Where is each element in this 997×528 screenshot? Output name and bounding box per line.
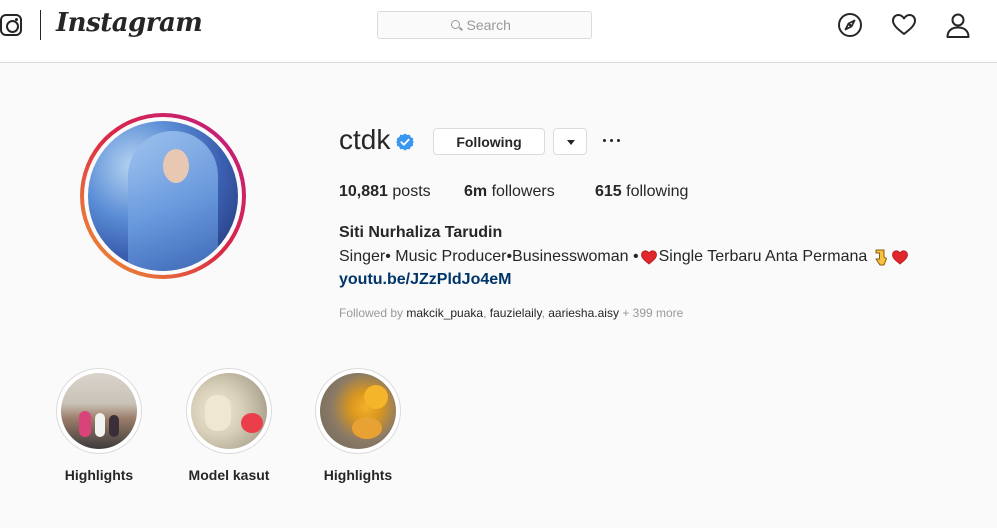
posts-count: 10,881 <box>339 183 388 200</box>
more-horizontal-icon <box>603 139 621 142</box>
search-icon <box>450 19 462 31</box>
caret-down-icon <box>567 140 575 145</box>
compass-icon[interactable] <box>837 12 863 38</box>
stat-posts: 10,881 posts <box>339 183 431 201</box>
followed-by-prefix: Followed by <box>339 306 404 320</box>
avatar-face <box>163 149 189 183</box>
red-heart-emoji-icon-2 <box>892 249 909 265</box>
profile-avatar-ring[interactable] <box>80 113 246 279</box>
followers-count: 6m <box>464 183 488 200</box>
highlight-label: Model kasut <box>188 467 270 483</box>
avatar <box>88 121 238 271</box>
highlight-cover-ring[interactable] <box>315 368 401 454</box>
followed-by-user-1[interactable]: makcik_puaka <box>406 306 483 320</box>
verified-badge-icon <box>396 133 414 151</box>
top-nav-bar: Instagram <box>0 0 997 63</box>
posts-label: posts <box>392 183 431 200</box>
highlight-label: Highlights <box>323 467 393 483</box>
profile-full-name: Siti Nurhaliza Tarudin <box>339 224 503 241</box>
following-label: following <box>626 183 689 200</box>
heart-icon[interactable] <box>891 12 917 38</box>
instagram-wordmark[interactable]: Instagram <box>56 8 203 38</box>
person-icon[interactable] <box>945 12 971 38</box>
instagram-glyph-icon[interactable] <box>0 14 22 36</box>
followers-label: followers <box>491 183 555 200</box>
highlight-cover-ring[interactable] <box>56 368 142 454</box>
profile-username: ctdk <box>339 124 391 155</box>
more-options-button[interactable] <box>602 130 622 150</box>
following-count: 615 <box>595 183 622 200</box>
nav-divider <box>40 10 41 40</box>
highlight-cover-ring[interactable] <box>186 368 272 454</box>
suggested-accounts-dropdown-button[interactable] <box>553 128 587 155</box>
bio-text-2: Single Terbaru Anta Permana <box>658 248 868 265</box>
stat-following[interactable]: 615 following <box>595 183 688 201</box>
followed-by-user-3[interactable]: aariesha.aisy <box>548 306 619 320</box>
stat-followers[interactable]: 6m followers <box>464 183 555 201</box>
search-input[interactable] <box>466 17 519 33</box>
highlight-cover-image <box>191 373 267 449</box>
following-button[interactable]: Following <box>433 128 545 155</box>
bio-text-1: Singer• Music Producer•Businesswoman • <box>339 248 639 265</box>
red-heart-emoji-icon <box>640 249 657 265</box>
pointing-down-emoji-icon <box>875 249 888 265</box>
highlight-label: Highlights <box>64 467 134 483</box>
followed-by-more: + 399 more <box>622 306 684 320</box>
profile-bio: Singer• Music Producer•Businesswoman • S… <box>339 248 910 266</box>
followed-by-line[interactable]: Followed by makcik_puaka, fauzielaily, a… <box>339 306 683 320</box>
followed-by-user-2[interactable]: fauzielaily <box>490 306 542 320</box>
highlight-cover-image <box>320 373 396 449</box>
bio-external-link[interactable]: youtu.be/JZzPldJo4eM <box>339 271 511 289</box>
search-box[interactable] <box>377 11 592 39</box>
highlight-cover-image <box>61 373 137 449</box>
